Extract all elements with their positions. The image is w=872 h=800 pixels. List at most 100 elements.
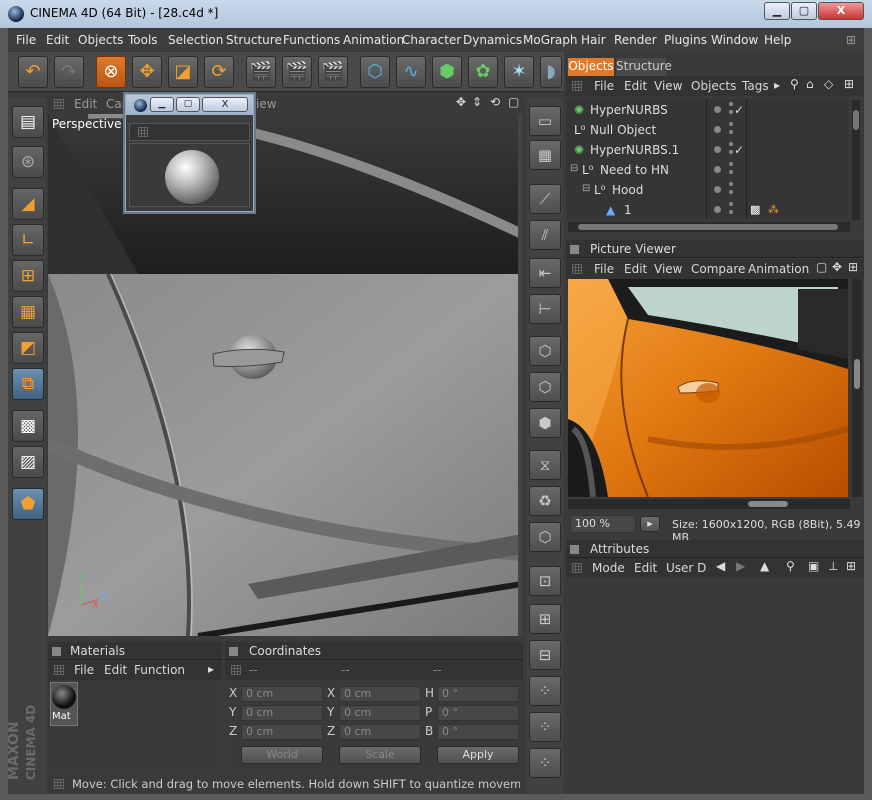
- grip-icon[interactable]: [54, 665, 64, 675]
- size-y-field[interactable]: 0 cm: [339, 705, 421, 721]
- dots-grid-icon[interactable]: ⁘: [529, 676, 561, 706]
- viewport-menu-view[interactable]: iew: [256, 97, 277, 111]
- render-dot[interactable]: [729, 190, 733, 194]
- object-name[interactable]: 1: [624, 203, 632, 217]
- menu-mograph[interactable]: MoGraph: [523, 33, 578, 47]
- bevel-icon[interactable]: ⊡: [529, 566, 561, 596]
- mat-menu-file[interactable]: File: [74, 663, 94, 677]
- pan-icon[interactable]: ✥: [832, 260, 842, 274]
- menu-objects[interactable]: Objects: [78, 33, 123, 47]
- object-name[interactable]: HyperNURBS.1: [590, 143, 679, 157]
- phong-tag-icon[interactable]: ⁂: [768, 203, 779, 216]
- bridge-icon[interactable]: ⊟: [529, 640, 561, 670]
- render-dot[interactable]: [729, 162, 733, 166]
- visibility-dot[interactable]: [714, 146, 721, 153]
- pv-menu-view[interactable]: View: [654, 262, 682, 276]
- extrude-icon[interactable]: ⊞: [529, 604, 561, 634]
- home-icon[interactable]: ⌂: [806, 77, 814, 91]
- grip-icon[interactable]: [138, 127, 148, 137]
- grip-icon[interactable]: [572, 264, 582, 274]
- render-dot[interactable]: [729, 182, 733, 186]
- lock-icon[interactable]: ▣: [808, 559, 819, 573]
- material-thumbnail[interactable]: Mat: [50, 682, 78, 726]
- grip-icon[interactable]: [231, 665, 241, 675]
- menu-tools[interactable]: Tools: [128, 33, 158, 47]
- cube-view-top-icon[interactable]: ⬢: [529, 408, 561, 438]
- hscrollbar-thumb[interactable]: [578, 224, 838, 230]
- visibility-dot[interactable]: [714, 206, 721, 213]
- grip-icon[interactable]: [54, 779, 64, 789]
- spline-icon[interactable]: ∿: [396, 56, 426, 88]
- cinema4d-app-icon[interactable]: [8, 6, 24, 22]
- search-icon[interactable]: ⚲: [790, 77, 799, 91]
- render-dot[interactable]: [729, 210, 733, 214]
- scale-mode-dropdown[interactable]: Scale: [339, 746, 421, 764]
- back-arrow-icon[interactable]: ◀: [716, 559, 725, 573]
- twist-deformer-icon[interactable]: ⫽: [529, 220, 561, 250]
- maximize-view-icon[interactable]: ▢: [508, 95, 519, 109]
- pv-menu-animation[interactable]: Animation: [748, 262, 809, 276]
- object-row[interactable]: ✺ HyperNURBS ✓: [568, 100, 848, 120]
- floating-preview-window[interactable]: ▁ ▢ X: [125, 94, 254, 212]
- render-dot[interactable]: [729, 202, 733, 206]
- grip-icon[interactable]: [572, 81, 582, 91]
- object-name[interactable]: Hood: [612, 183, 643, 197]
- object-row[interactable]: ⊟ L⁰ Hood: [568, 180, 848, 200]
- cube-object-icon[interactable]: ⬡: [360, 56, 390, 88]
- up-arrow-icon[interactable]: ▲: [760, 559, 769, 573]
- object-name[interactable]: Null Object: [590, 123, 656, 137]
- model-mode-icon[interactable]: ◢: [12, 188, 44, 220]
- pv-menu-compare[interactable]: Compare: [691, 262, 745, 276]
- axis-mode-icon[interactable]: ⧉: [12, 368, 44, 400]
- render-dot[interactable]: [729, 142, 733, 146]
- visibility-dot[interactable]: [714, 166, 721, 173]
- object-axis-icon[interactable]: ∟: [12, 224, 44, 256]
- visibility-dot[interactable]: [714, 186, 721, 193]
- size-z-field[interactable]: 0 cm: [339, 724, 421, 740]
- arrow-right-icon[interactable]: ▸: [774, 78, 780, 92]
- points-mode-icon[interactable]: ⊞: [12, 260, 44, 292]
- attr-menu-user-data[interactable]: User D: [666, 561, 706, 575]
- render-dot[interactable]: [729, 122, 733, 126]
- deformer-icon[interactable]: ✶: [504, 56, 534, 88]
- visibility-dot[interactable]: [714, 106, 721, 113]
- play-button[interactable]: ▸: [640, 516, 660, 532]
- arrow-right-icon[interactable]: ▸: [208, 662, 214, 676]
- new-window-icon[interactable]: ⊞: [844, 77, 854, 91]
- menu-file[interactable]: File: [16, 33, 36, 47]
- restore-button[interactable]: ▢: [791, 2, 817, 20]
- pv-vscrollbar[interactable]: [852, 279, 862, 497]
- rot-h-field[interactable]: 0 °: [437, 686, 519, 702]
- minimize-button[interactable]: ▁: [764, 2, 790, 20]
- render-dot[interactable]: [729, 170, 733, 174]
- live-selection-icon[interactable]: ⊗: [96, 56, 126, 88]
- grip-icon[interactable]: [54, 99, 64, 109]
- pan-icon[interactable]: ✥: [456, 95, 466, 109]
- mat-menu-edit[interactable]: Edit: [104, 663, 127, 677]
- search-icon[interactable]: ⚲: [786, 559, 795, 573]
- render-view-icon[interactable]: 🎬: [246, 56, 276, 88]
- eye-icon[interactable]: ◇: [824, 77, 833, 91]
- viewport-menu-edit[interactable]: Edit: [74, 97, 97, 111]
- array-icon[interactable]: ✿: [468, 56, 498, 88]
- render-dot[interactable]: [729, 130, 733, 134]
- scene-icon[interactable]: ◗: [540, 56, 562, 88]
- attr-menu-edit[interactable]: Edit: [634, 561, 657, 575]
- render-dot[interactable]: [729, 110, 733, 114]
- menu-hair[interactable]: Hair: [581, 33, 606, 47]
- nurbs-icon[interactable]: ⬢: [432, 56, 462, 88]
- render-picture-viewer-icon[interactable]: 🎬: [282, 56, 312, 88]
- float-close-button[interactable]: X: [202, 97, 248, 112]
- om-menu-objects[interactable]: Objects: [691, 79, 736, 93]
- rotate-tool-icon[interactable]: ⟳: [204, 56, 234, 88]
- pv-menu-file[interactable]: File: [594, 262, 614, 276]
- object-name[interactable]: HyperNURBS: [590, 103, 668, 117]
- object-list-scrollbar[interactable]: [852, 100, 860, 220]
- pin-icon[interactable]: ⊥: [828, 559, 838, 573]
- pos-y-field[interactable]: 0 cm: [241, 705, 323, 721]
- render-dot[interactable]: [729, 102, 733, 106]
- object-row[interactable]: L⁰ Null Object: [568, 120, 848, 140]
- size-x-field[interactable]: 0 cm: [339, 686, 421, 702]
- menu-functions[interactable]: Functions: [283, 33, 340, 47]
- pv-menu-edit[interactable]: Edit: [624, 262, 647, 276]
